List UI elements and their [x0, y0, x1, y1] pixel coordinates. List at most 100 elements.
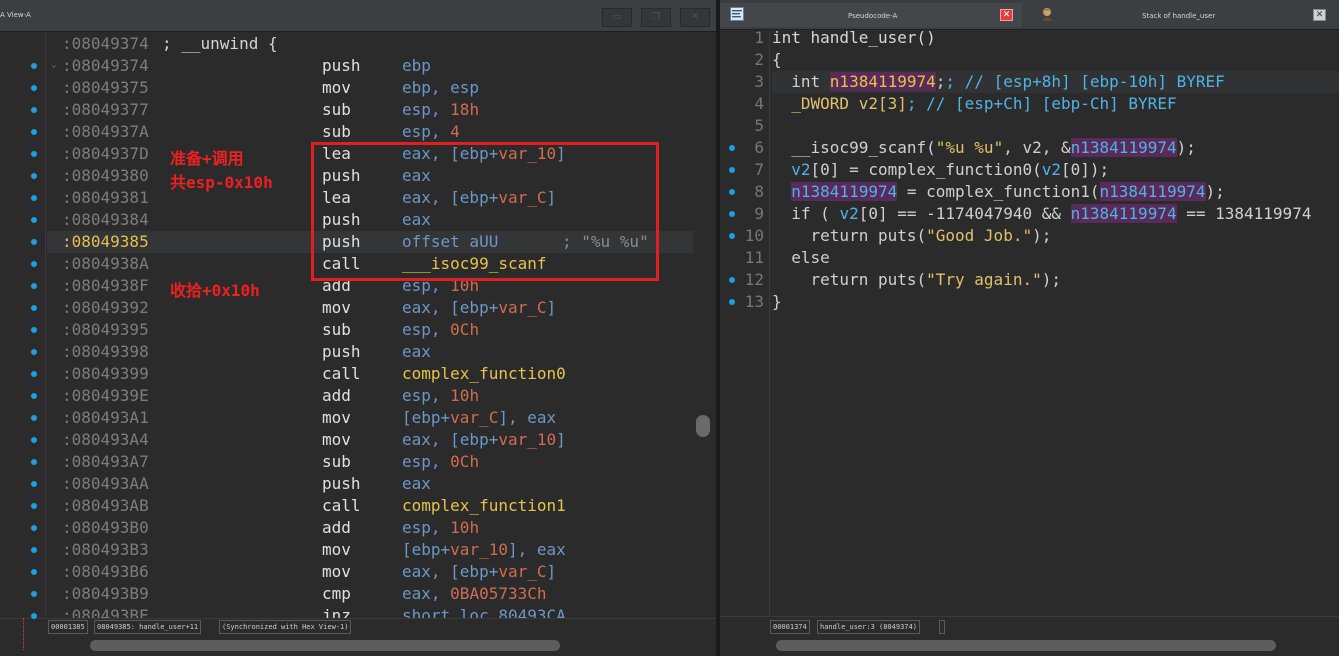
breakpoint-dot[interactable] — [31, 569, 37, 575]
asm-address[interactable]: :080493B9 — [62, 583, 149, 605]
asm-row[interactable]: :08049377 sub esp, 18h — [47, 99, 693, 121]
asm-operands[interactable]: complex_function1 — [402, 495, 566, 517]
asm-mnemonic[interactable]: push — [322, 55, 361, 77]
float-button[interactable]: ❐ — [641, 8, 671, 27]
sync-button[interactable]: ▭ — [602, 8, 632, 27]
breakpoint-dot[interactable] — [31, 129, 37, 135]
breakpoint-dot[interactable] — [31, 371, 37, 377]
asm-operands[interactable]: eax, 0BA05733Ch — [402, 583, 547, 605]
breakpoint-dot[interactable] — [31, 107, 37, 113]
vertical-scrollbar[interactable] — [693, 33, 716, 618]
breakpoint-dot[interactable] — [31, 327, 37, 333]
tab-pseudocode[interactable]: Pseudocode-A ✕ — [720, 3, 1022, 27]
asm-address[interactable]: :08049392 — [62, 297, 149, 319]
asm-mnemonic[interactable]: push — [322, 341, 361, 363]
asm-row[interactable]: :080493B3 mov [ebp+var_10], eax — [47, 539, 693, 561]
asm-operands[interactable]: esp, 0Ch — [402, 319, 479, 341]
breakpoint-dot[interactable] — [31, 173, 37, 179]
tab-stack[interactable]: Stack of handle_user ✕ — [1028, 3, 1339, 27]
asm-address[interactable]: :080493AB — [62, 495, 149, 517]
asm-row[interactable]: :0804939E add esp, 10h — [47, 385, 693, 407]
asm-mnemonic[interactable]: call — [322, 363, 361, 385]
code-line-4[interactable]: _DWORD v2[3]; // [esp+Ch] [ebp-Ch] BYREF — [772, 93, 1339, 115]
breakpoint-dot[interactable] — [31, 261, 37, 267]
asm-mnemonic[interactable]: call — [322, 495, 361, 517]
breakpoint-dot[interactable] — [31, 415, 37, 421]
breakpoint-dot[interactable] — [729, 189, 735, 195]
code-line-7[interactable]: v2[0] = complex_function0(v2[0]); — [772, 159, 1339, 181]
asm-address[interactable]: :080493AA — [62, 473, 149, 495]
code-line-6[interactable]: __isoc99_scanf("%u %u", v2, &n1384119974… — [772, 137, 1339, 159]
breakpoint-dot[interactable] — [31, 151, 37, 157]
asm-address[interactable]: :08049381 — [62, 187, 149, 209]
asm-row[interactable]: :080493B0 add esp, 10h — [47, 517, 693, 539]
asm-row[interactable]: :08049395 sub esp, 0Ch — [47, 319, 693, 341]
asm-operands[interactable]: esp, 4 — [402, 121, 460, 143]
asm-row[interactable]: :080493B9 cmp eax, 0BA05733Ch — [47, 583, 693, 605]
asm-operands[interactable]: ebp — [402, 55, 431, 77]
asm-address[interactable]: :08049374 — [62, 33, 149, 55]
asm-address[interactable]: :080493A1 — [62, 407, 149, 429]
asm-operands[interactable]: short loc_80493CA — [402, 605, 566, 618]
asm-operands[interactable]: esp, 10h — [402, 385, 479, 407]
asm-mnemonic[interactable]: sub — [322, 121, 351, 143]
asm-row[interactable]: :080493A7 sub esp, 0Ch — [47, 451, 693, 473]
asm-row[interactable]: :08049392 mov eax, [ebp+var_C] — [47, 297, 693, 319]
asm-row[interactable]: :080493AA push eax — [47, 473, 693, 495]
asm-address[interactable]: :0804937A — [62, 121, 149, 143]
asm-address[interactable]: :080493BE — [62, 605, 149, 618]
asm-mnemonic[interactable]: sub — [322, 319, 351, 341]
asm-row[interactable]: :08049399 call complex_function0 — [47, 363, 693, 385]
breakpoint-dot[interactable] — [729, 277, 735, 283]
horizontal-scroll-thumb[interactable] — [90, 640, 560, 651]
code-line-1[interactable]: int handle_user() — [772, 27, 1339, 49]
close-view-button[interactable]: ✕ — [680, 8, 710, 27]
code-line-2[interactable]: { — [772, 49, 1339, 71]
asm-mnemonic[interactable]: mov — [322, 429, 351, 451]
breakpoint-dot[interactable] — [31, 393, 37, 399]
breakpoint-dot[interactable] — [31, 525, 37, 531]
tab-stack-close-icon[interactable]: ✕ — [1313, 9, 1326, 21]
asm-operands[interactable]: [ebp+var_10], eax — [402, 539, 566, 561]
breakpoint-dot[interactable] — [729, 233, 735, 239]
breakpoint-dot[interactable] — [31, 349, 37, 355]
breakpoint-dot[interactable] — [31, 85, 37, 91]
breakpoint-dot[interactable] — [31, 503, 37, 509]
code-line-11[interactable]: else — [772, 247, 1339, 269]
asm-row[interactable]: :080493AB call complex_function1 — [47, 495, 693, 517]
breakpoint-dot[interactable] — [31, 195, 37, 201]
asm-address[interactable]: :08049395 — [62, 319, 149, 341]
asm-address[interactable]: :080493A4 — [62, 429, 149, 451]
asm-row[interactable]: :08049375 mov ebp, esp — [47, 77, 693, 99]
asm-operands[interactable]: ebp, esp — [402, 77, 479, 99]
breakpoint-dot[interactable] — [31, 547, 37, 553]
asm-address[interactable]: :08049380 — [62, 165, 149, 187]
asm-row[interactable]: :08049374 push ebp — [47, 55, 693, 77]
asm-address[interactable]: :08049399 — [62, 363, 149, 385]
breakpoint-dot[interactable] — [31, 305, 37, 311]
asm-mnemonic[interactable]: sub — [322, 99, 351, 121]
asm-address[interactable]: :0804937D — [62, 143, 149, 165]
asm-mnemonic[interactable]: mov — [322, 561, 351, 583]
asm-mnemonic[interactable]: mov — [322, 539, 351, 561]
asm-address[interactable]: :0804939E — [62, 385, 149, 407]
asm-address[interactable]: :08049398 — [62, 341, 149, 363]
asm-mnemonic[interactable]: mov — [322, 297, 351, 319]
code-line-13[interactable]: } — [772, 291, 1339, 313]
tab-pseudocode-close-icon[interactable]: ✕ — [1000, 9, 1013, 21]
breakpoint-dot[interactable] — [31, 239, 37, 245]
asm-address[interactable]: :08049375 — [62, 77, 149, 99]
breakpoint-dot[interactable] — [31, 481, 37, 487]
asm-mnemonic[interactable]: add — [322, 517, 351, 539]
code-line-12[interactable]: return puts("Try again."); — [772, 269, 1339, 291]
breakpoint-dot[interactable] — [729, 211, 735, 217]
asm-operands[interactable]: eax — [402, 341, 431, 363]
pseudocode-editor[interactable]: int handle_user() { int n1384119974;; //… — [772, 27, 1339, 616]
disassembly-listing[interactable]: :08049374; __unwind {:08049374 push ebp:08… — [47, 33, 693, 618]
code-line-8[interactable]: n1384119974 = complex_function1(n1384119… — [772, 181, 1339, 203]
asm-operands[interactable]: esp, 10h — [402, 517, 479, 539]
asm-address[interactable]: :08049374 — [62, 55, 149, 77]
asm-row[interactable]: :08049374 ; __unwind { — [47, 33, 693, 55]
asm-operands[interactable]: eax, [ebp+var_C] — [402, 297, 556, 319]
asm-operands[interactable]: complex_function0 — [402, 363, 566, 385]
